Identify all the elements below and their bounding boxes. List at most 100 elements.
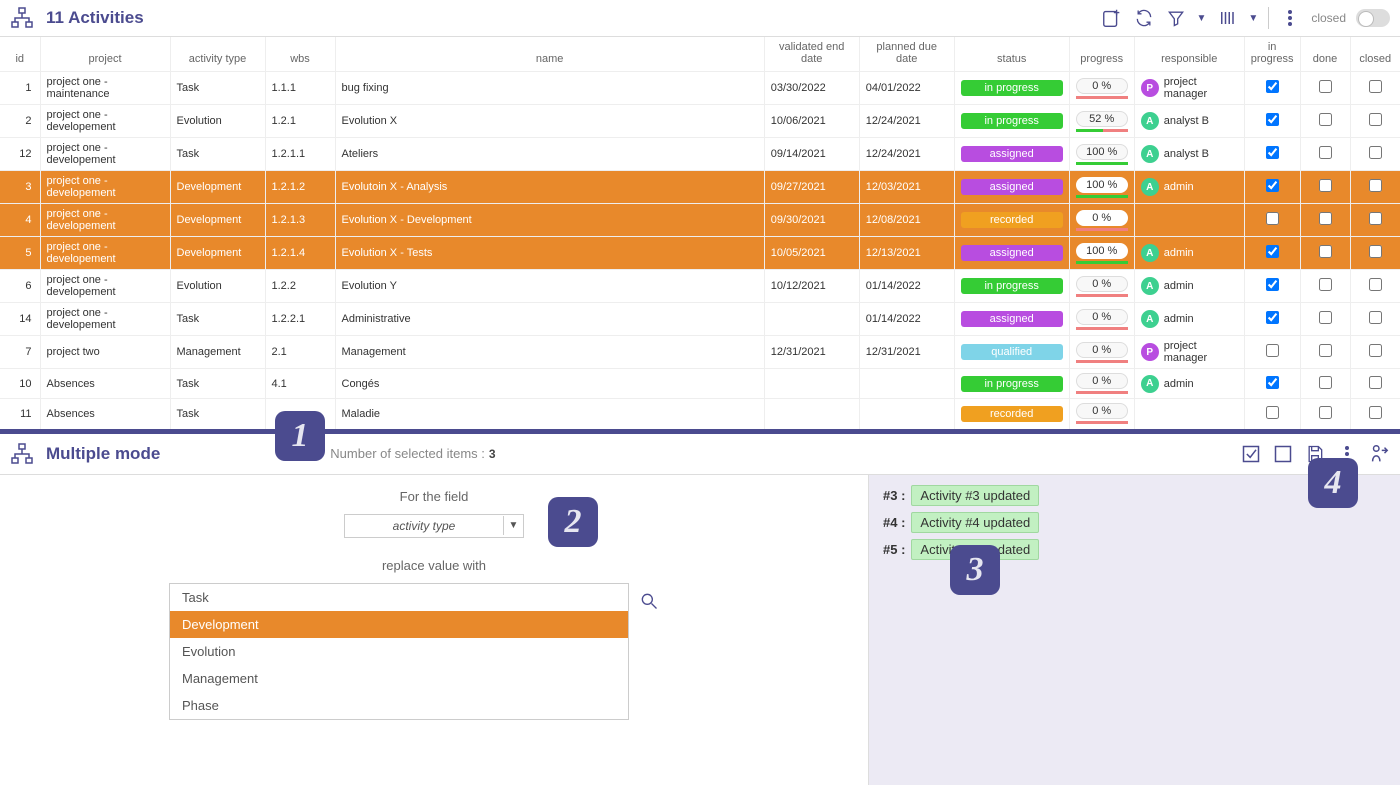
refresh-icon[interactable] <box>1133 7 1155 29</box>
closed-checkbox[interactable] <box>1369 406 1382 419</box>
col-status[interactable]: status <box>954 37 1069 72</box>
table-row[interactable]: 11AbsencesTaskMaladierecorded0 % <box>0 399 1400 429</box>
status-badge: in progress <box>961 80 1063 96</box>
save-icon[interactable] <box>1304 443 1326 465</box>
search-icon[interactable] <box>639 591 659 611</box>
table-row[interactable]: 4project one - developementDevelopment1.… <box>0 204 1400 237</box>
col-planned-due[interactable]: planned due date <box>859 37 954 72</box>
columns-icon[interactable] <box>1216 7 1238 29</box>
responsible-name: project manager <box>1164 76 1238 100</box>
cell-validated-end <box>764 369 859 399</box>
avatar: A <box>1141 112 1159 130</box>
filter-dropdown-icon[interactable]: ▼ <box>1197 13 1207 24</box>
closed-checkbox[interactable] <box>1369 278 1382 291</box>
in-progress-checkbox[interactable] <box>1266 212 1279 225</box>
closed-checkbox[interactable] <box>1369 344 1382 357</box>
table-row[interactable]: 2project one - developementEvolution1.2.… <box>0 105 1400 138</box>
status-badge: in progress <box>961 278 1063 294</box>
cell-type: Development <box>170 237 265 270</box>
table-row[interactable]: 7project twoManagement2.1Management12/31… <box>0 336 1400 369</box>
closed-toggle[interactable] <box>1356 9 1390 27</box>
table-row[interactable]: 12project one - developementTask1.2.1.1A… <box>0 138 1400 171</box>
table-row[interactable]: 14project one - developementTask1.2.2.1A… <box>0 303 1400 336</box>
more-options-icon[interactable] <box>1336 443 1358 465</box>
col-in-progress[interactable]: in progress <box>1244 37 1300 72</box>
done-checkbox[interactable] <box>1319 344 1332 357</box>
in-progress-checkbox[interactable] <box>1266 406 1279 419</box>
in-progress-checkbox[interactable] <box>1266 311 1279 324</box>
closed-checkbox[interactable] <box>1369 212 1382 225</box>
closed-checkbox[interactable] <box>1369 146 1382 159</box>
closed-checkbox[interactable] <box>1369 376 1382 389</box>
done-checkbox[interactable] <box>1319 278 1332 291</box>
col-responsible[interactable]: responsible <box>1134 37 1244 72</box>
cell-id: 5 <box>0 237 40 270</box>
cell-planned-due: 12/31/2021 <box>859 336 954 369</box>
more-options-icon[interactable] <box>1279 7 1301 29</box>
done-checkbox[interactable] <box>1319 179 1332 192</box>
cell-name: Evolution X - Tests <box>335 237 764 270</box>
listbox-option[interactable]: Phase <box>170 692 628 719</box>
field-select[interactable]: activity type ▼ <box>344 514 524 538</box>
add-item-icon[interactable] <box>1101 7 1123 29</box>
cell-done <box>1300 270 1350 303</box>
table-row[interactable]: 3project one - developementDevelopment1.… <box>0 171 1400 204</box>
in-progress-checkbox[interactable] <box>1266 146 1279 159</box>
col-id[interactable]: id <box>0 37 40 72</box>
cell-type: Task <box>170 399 265 429</box>
cell-planned-due <box>859 399 954 429</box>
done-checkbox[interactable] <box>1319 80 1332 93</box>
cell-type: Evolution <box>170 105 265 138</box>
done-checkbox[interactable] <box>1319 113 1332 126</box>
cell-in-progress <box>1244 105 1300 138</box>
status-badge: recorded <box>961 406 1063 422</box>
cell-type: Task <box>170 369 265 399</box>
col-project[interactable]: project <box>40 37 170 72</box>
cell-progress: 100 % <box>1069 237 1134 270</box>
replace-value-listbox[interactable]: TaskDevelopmentEvolutionManagementPhase <box>169 583 629 720</box>
closed-checkbox[interactable] <box>1369 179 1382 192</box>
in-progress-checkbox[interactable] <box>1266 179 1279 192</box>
table-row[interactable]: 5project one - developementDevelopment1.… <box>0 237 1400 270</box>
done-checkbox[interactable] <box>1319 146 1332 159</box>
listbox-option[interactable]: Evolution <box>170 638 628 665</box>
in-progress-checkbox[interactable] <box>1266 344 1279 357</box>
listbox-option[interactable]: Development <box>170 611 628 638</box>
filter-icon[interactable] <box>1165 7 1187 29</box>
in-progress-checkbox[interactable] <box>1266 278 1279 291</box>
cell-type: Development <box>170 171 265 204</box>
columns-dropdown-icon[interactable]: ▼ <box>1248 13 1258 24</box>
col-closed[interactable]: closed <box>1350 37 1400 72</box>
cell-planned-due <box>859 369 954 399</box>
col-validated-end[interactable]: validated end date <box>764 37 859 72</box>
col-name[interactable]: name <box>335 37 764 72</box>
in-progress-checkbox[interactable] <box>1266 245 1279 258</box>
closed-checkbox[interactable] <box>1369 245 1382 258</box>
table-row[interactable]: 1project one - maintenanceTask1.1.1bug f… <box>0 72 1400 105</box>
table-row[interactable]: 6project one - developementEvolution1.2.… <box>0 270 1400 303</box>
done-checkbox[interactable] <box>1319 406 1332 419</box>
status-badge: assigned <box>961 245 1063 261</box>
results-panel: #3 :Activity #3 updated#4 :Activity #4 u… <box>868 475 1400 785</box>
listbox-option[interactable]: Management <box>170 665 628 692</box>
closed-checkbox[interactable] <box>1369 113 1382 126</box>
select-all-icon[interactable] <box>1240 443 1262 465</box>
done-checkbox[interactable] <box>1319 311 1332 324</box>
col-done[interactable]: done <box>1300 37 1350 72</box>
col-activity-type[interactable]: activity type <box>170 37 265 72</box>
done-checkbox[interactable] <box>1319 212 1332 225</box>
closed-checkbox[interactable] <box>1369 80 1382 93</box>
run-action-icon[interactable] <box>1368 443 1390 465</box>
col-wbs[interactable]: wbs <box>265 37 335 72</box>
deselect-all-icon[interactable] <box>1272 443 1294 465</box>
table-row[interactable]: 10AbsencesTask4.1Congésin progress0 %Aad… <box>0 369 1400 399</box>
in-progress-checkbox[interactable] <box>1266 80 1279 93</box>
done-checkbox[interactable] <box>1319 376 1332 389</box>
in-progress-checkbox[interactable] <box>1266 113 1279 126</box>
in-progress-checkbox[interactable] <box>1266 376 1279 389</box>
col-progress[interactable]: progress <box>1069 37 1134 72</box>
closed-checkbox[interactable] <box>1369 311 1382 324</box>
done-checkbox[interactable] <box>1319 245 1332 258</box>
listbox-option[interactable]: Task <box>170 584 628 611</box>
field-select-dropdown-icon[interactable]: ▼ <box>503 516 523 535</box>
